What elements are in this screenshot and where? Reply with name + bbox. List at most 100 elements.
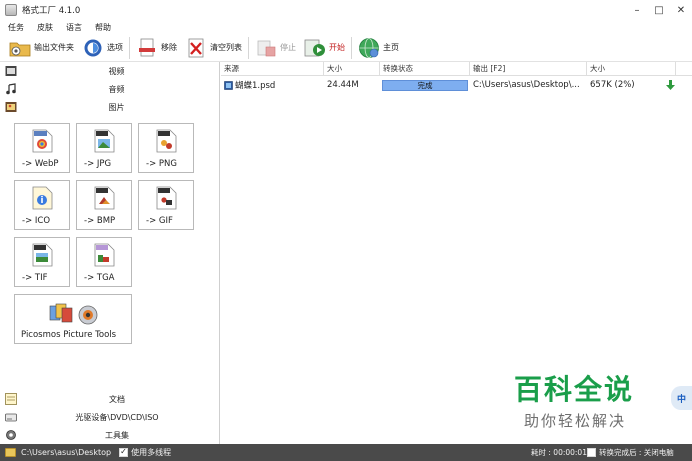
category-audio[interactable]: 音频	[0, 80, 219, 98]
start-button[interactable]: 开始	[300, 36, 349, 60]
clear-list-label: 清空列表	[210, 43, 242, 52]
menu-skin[interactable]: 皮肤	[37, 22, 53, 33]
after-done-label: 转换完成后 : 关闭电脑	[599, 448, 674, 457]
ime-badge[interactable]: 中	[671, 386, 692, 410]
column-source[interactable]: 来源	[221, 62, 324, 75]
row-download-cell	[662, 80, 676, 90]
format-tile-tif-label: -> TIF	[22, 273, 48, 283]
remove-icon	[136, 37, 158, 59]
status-bar: C:\Users\asus\Desktop 使用多线程 耗时 : 00:00:0…	[0, 444, 692, 461]
format-tile-ico-label: -> ICO	[22, 216, 51, 226]
category-audio-label: 音频	[108, 84, 125, 94]
format-tile-tif[interactable]: -> TIF	[14, 237, 70, 287]
category-video-label: 视频	[108, 66, 125, 76]
document-icon	[5, 393, 17, 405]
format-tile-gif-label: -> GIF	[146, 216, 173, 226]
output-folder-button[interactable]: 输出文件夹	[5, 36, 78, 60]
minimize-button[interactable]: –	[626, 0, 648, 20]
start-icon	[304, 37, 326, 59]
after-done-group: 转换完成后 : 关闭电脑	[587, 447, 674, 458]
column-status[interactable]: 转换状态	[380, 62, 470, 75]
row-source: 蝴蝶1.psd	[235, 81, 276, 91]
category-video[interactable]: 视频	[0, 62, 219, 80]
watermark-sub: 助你轻松解决	[524, 412, 627, 430]
format-tile-jpg[interactable]: -> JPG	[76, 123, 132, 173]
column-size[interactable]: 大小	[324, 62, 380, 75]
bmp-file-icon	[94, 186, 115, 210]
toolbar: 输出文件夹 选项 移除 清空列表 停止 开始 主页	[0, 34, 692, 62]
menu-help[interactable]: 帮助	[95, 22, 111, 33]
home-button[interactable]: 主页	[354, 36, 403, 60]
picosmos-tools-tile[interactable]: Picosmos Picture Tools	[14, 294, 132, 344]
picosmos-icon	[49, 303, 98, 325]
bottom-categories: 文档 光驱设备\DVD\CD\ISO 工具集	[0, 390, 220, 444]
ime-badge-label: 中	[676, 394, 686, 405]
column-output[interactable]: 输出 [F2]	[470, 62, 587, 75]
category-tools-label: 工具集	[105, 430, 129, 440]
table-row[interactable]: 蝴蝶1.psd 24.44M 完成 C:\Users\asus\Desktop\…	[221, 78, 692, 92]
row-status-cell: 完成	[380, 79, 470, 91]
psd-file-icon	[224, 80, 233, 90]
close-button[interactable]: ✕	[670, 0, 692, 20]
category-picture[interactable]: 图片	[0, 98, 219, 116]
home-label: 主页	[383, 43, 399, 52]
home-globe-icon	[358, 37, 380, 59]
jpg-file-icon	[94, 129, 115, 153]
format-tile-bmp[interactable]: -> BMP	[76, 180, 132, 230]
disc-drive-icon	[5, 411, 17, 423]
elapsed-time: 耗时 : 00:00:01	[531, 448, 587, 457]
menu-language[interactable]: 语言	[66, 22, 82, 33]
title-bar: 格式工厂 4.1.0 – □ ✕	[0, 0, 692, 20]
column-output-size[interactable]: 大小	[587, 62, 676, 75]
toolbar-separator	[248, 36, 249, 59]
clear-list-icon	[185, 37, 207, 59]
start-label: 开始	[329, 43, 345, 52]
category-rom-device[interactable]: 光驱设备\DVD\CD\ISO	[0, 408, 220, 426]
multithread-checkbox[interactable]	[119, 447, 129, 457]
tga-file-icon	[94, 243, 115, 267]
tif-file-icon	[32, 243, 53, 267]
output-path[interactable]: C:\Users\asus\Desktop	[21, 448, 111, 457]
app-icon	[5, 4, 17, 16]
stop-button[interactable]: 停止	[251, 36, 300, 60]
clear-list-button[interactable]: 清空列表	[181, 36, 246, 60]
format-tile-jpg-label: -> JPG	[84, 159, 112, 169]
format-tile-bmp-label: -> BMP	[84, 216, 116, 226]
tools-gear-icon	[5, 429, 17, 441]
category-document[interactable]: 文档	[0, 390, 220, 408]
category-document-label: 文档	[109, 394, 125, 404]
format-tile-tga[interactable]: -> TGA	[76, 237, 132, 287]
toolbar-separator	[351, 36, 352, 59]
stop-label: 停止	[280, 43, 296, 52]
gif-file-icon	[156, 186, 177, 210]
menu-task[interactable]: 任务	[8, 22, 24, 33]
options-label: 选项	[107, 43, 123, 52]
options-button[interactable]: 选项	[78, 36, 127, 60]
folder-icon	[9, 37, 31, 59]
picture-icon	[5, 101, 17, 113]
multithread-label: 使用多线程	[131, 448, 172, 457]
toolbar-separator	[129, 36, 130, 59]
music-note-icon	[5, 83, 17, 95]
ico-file-icon	[32, 186, 53, 210]
category-tools[interactable]: 工具集	[0, 426, 220, 444]
row-source-cell: 蝴蝶1.psd	[221, 79, 324, 91]
watermark: 百科全说 助你轻松解决	[514, 368, 674, 431]
task-list-header: 来源 大小 转换状态 输出 [F2] 大小	[221, 62, 692, 76]
format-tile-png-label: -> PNG	[146, 159, 177, 169]
window-controls: – □ ✕	[626, 0, 692, 20]
png-file-icon	[156, 129, 177, 153]
remove-button[interactable]: 移除	[132, 36, 181, 60]
output-folder-status-icon[interactable]	[5, 448, 16, 457]
format-tile-ico[interactable]: -> ICO	[14, 180, 70, 230]
format-tile-gif[interactable]: -> GIF	[138, 180, 194, 230]
watermark-main: 百科全说	[514, 373, 635, 406]
format-tile-webp[interactable]: -> WebP	[14, 123, 70, 173]
format-tile-png[interactable]: -> PNG	[138, 123, 194, 173]
options-icon	[82, 37, 104, 59]
maximize-button[interactable]: □	[648, 0, 670, 20]
format-tile-tga-label: -> TGA	[84, 273, 115, 283]
after-done-checkbox[interactable]	[587, 448, 596, 457]
row-output-size: 657K (2%)	[590, 80, 635, 90]
green-down-arrow-icon[interactable]	[666, 80, 675, 90]
